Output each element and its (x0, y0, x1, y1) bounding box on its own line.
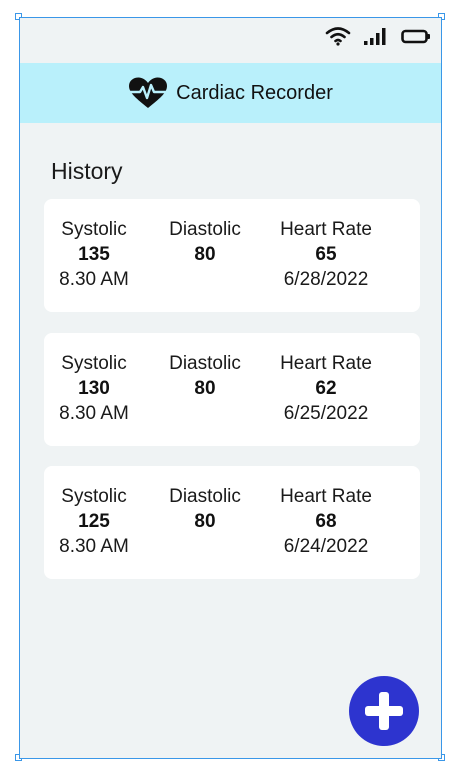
wifi-icon (325, 27, 351, 46)
record-date: 6/28/2022 (283, 269, 369, 290)
record-time: 8.30 AM (59, 403, 129, 424)
diastolic-value: 80 (194, 378, 216, 399)
signal-bars-icon (364, 28, 386, 45)
diastolic-value: 80 (194, 511, 216, 532)
diastolic-value: 80 (194, 244, 216, 265)
diastolic-label: Diastolic (169, 219, 241, 240)
heart-rate-label: Heart Rate (280, 353, 372, 374)
battery-icon (401, 29, 430, 44)
systolic-label: Systolic (61, 219, 127, 240)
diastolic-label: Diastolic (169, 353, 241, 374)
history-card[interactable]: Systolic 130 8.30 AM Diastolic 80 Heart … (44, 333, 420, 446)
systolic-column: Systolic 130 8.30 AM (56, 352, 132, 426)
phone-screen: Cardiac Recorder History Systolic 135 8.… (19, 17, 442, 759)
systolic-column: Systolic 125 8.30 AM (56, 485, 132, 559)
systolic-label: Systolic (61, 353, 127, 374)
app-header: Cardiac Recorder (20, 63, 441, 123)
heart-rate-value: 65 (315, 244, 337, 265)
systolic-value: 125 (78, 511, 110, 532)
heart-rate-label: Heart Rate (280, 486, 372, 507)
history-card[interactable]: Systolic 125 8.30 AM Diastolic 80 Heart … (44, 466, 420, 579)
history-title: History (51, 158, 123, 184)
status-bar (20, 18, 441, 63)
heart-rate-value: 68 (315, 511, 337, 532)
diastolic-label: Diastolic (169, 486, 241, 507)
heart-rate-value: 62 (315, 378, 337, 399)
heart-pulse-icon (128, 77, 168, 108)
diastolic-column: Diastolic 80 (162, 352, 248, 402)
status-icons (325, 26, 431, 46)
record-time: 8.30 AM (59, 269, 129, 290)
record-date: 6/24/2022 (283, 536, 369, 557)
heart-rate-column: Heart Rate 65 6/28/2022 (272, 218, 380, 292)
record-time: 8.30 AM (59, 536, 129, 557)
heart-rate-column: Heart Rate 68 6/24/2022 (272, 485, 380, 559)
heart-rate-label: Heart Rate (280, 219, 372, 240)
systolic-column: Systolic 135 8.30 AM (56, 218, 132, 292)
history-card[interactable]: Systolic 135 8.30 AM Diastolic 80 Heart … (44, 199, 420, 312)
systolic-label: Systolic (61, 486, 127, 507)
diastolic-column: Diastolic 80 (162, 218, 248, 268)
app-title: Cardiac Recorder (176, 81, 333, 104)
systolic-value: 135 (78, 244, 110, 265)
add-record-button[interactable] (349, 676, 419, 746)
record-date: 6/25/2022 (283, 403, 369, 424)
heart-rate-column: Heart Rate 62 6/25/2022 (272, 352, 380, 426)
systolic-value: 130 (78, 378, 110, 399)
diastolic-column: Diastolic 80 (162, 485, 248, 535)
